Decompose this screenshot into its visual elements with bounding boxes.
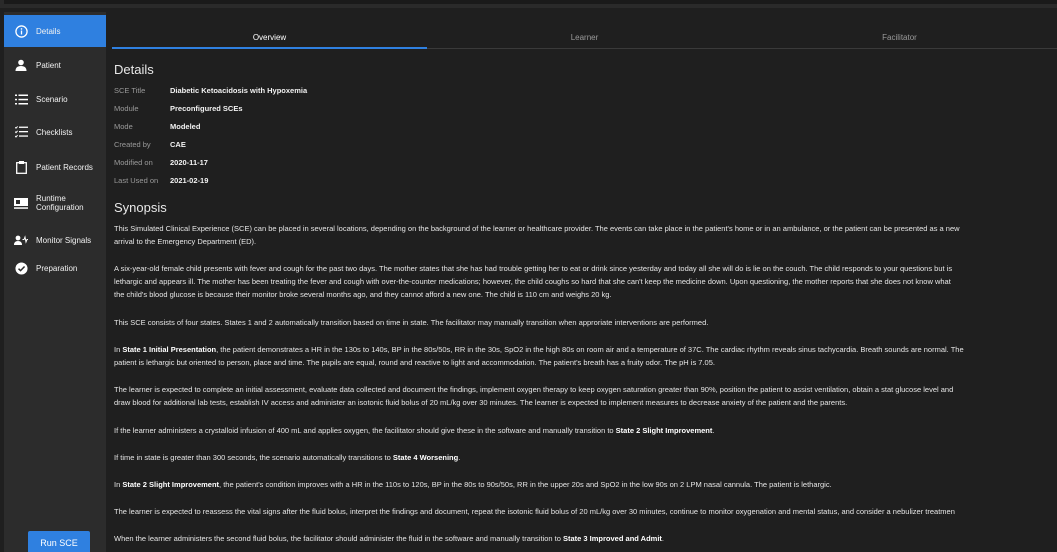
sidebar-item-checklists[interactable]: Checklists xyxy=(4,116,106,148)
detail-value: 2020-11-17 xyxy=(170,157,208,167)
detail-value: CAE xyxy=(170,139,186,149)
detail-row-modified-on: Modified on 2020-11-17 xyxy=(114,155,208,169)
tab-overview[interactable]: Overview xyxy=(112,27,427,49)
synopsis-paragraph: In State 2 Slight Improvement, the patie… xyxy=(114,478,1057,491)
detail-label: Module xyxy=(114,103,139,113)
synopsis-paragraph: In State 1 Initial Presentation, the pat… xyxy=(114,343,1057,369)
run-sce-button[interactable]: Run SCE xyxy=(28,531,90,552)
runtime-config-icon xyxy=(14,196,28,210)
monitor-signals-icon xyxy=(14,233,28,247)
synopsis-heading: Synopsis xyxy=(114,200,167,215)
synopsis-line: In State 1 Initial Presentation, the pat… xyxy=(114,343,1057,356)
text-segment: . xyxy=(661,534,664,543)
check-circle-icon xyxy=(14,261,28,275)
tab-learner[interactable]: Learner xyxy=(427,27,742,48)
synopsis-paragraph: This Simulated Clinical Experience (SCE)… xyxy=(114,222,1057,248)
synopsis-line: patient is lethargic but oriented to per… xyxy=(114,358,715,367)
sidebar-item-label: Patient xyxy=(36,60,61,70)
main-content: Overview Learner Facilitator Details SCE… xyxy=(106,12,1057,552)
text-segment: , the patient demonstrates a HR in the 1… xyxy=(216,345,964,354)
detail-label: Created by xyxy=(114,139,151,149)
sidebar-item-label: Preparation xyxy=(36,263,78,273)
synopsis-paragraph: If time in state is greater than 300 sec… xyxy=(114,451,1057,464)
info-icon xyxy=(14,24,28,38)
text-segment: When the learner administers the second … xyxy=(114,534,563,543)
detail-row-sce-title: SCE Title Diabetic Ketoacidosis with Hyp… xyxy=(114,83,307,97)
detail-value: 2021-02-19 xyxy=(170,175,209,185)
synopsis-paragraph: A six-year-old female child presents wit… xyxy=(114,262,1057,301)
sidebar-item-label-line2: Configuration xyxy=(36,203,84,212)
synopsis-paragraph: The learner is expected to complete an i… xyxy=(114,383,1057,409)
tab-facilitator[interactable]: Facilitator xyxy=(742,27,1057,48)
detail-label: SCE Title xyxy=(114,85,146,95)
synopsis-line: A six-year-old female child presents wit… xyxy=(114,264,953,273)
detail-value: Modeled xyxy=(170,121,201,131)
clipboard-icon xyxy=(14,160,28,174)
synopsis-paragraph: This SCE consists of four states. States… xyxy=(114,318,709,327)
state-name: State 1 Initial Presentation xyxy=(122,345,217,354)
sidebar-item-label: Runtime xyxy=(36,194,66,203)
sidebar-item-label: Scenario xyxy=(36,94,68,104)
sidebar-item-label: Checklists xyxy=(36,127,73,137)
text-segment: If time in state is greater than 300 sec… xyxy=(114,453,393,462)
runtime-config-label-group: Runtime Configuration xyxy=(36,194,84,212)
synopsis-paragraph: When the learner administers the second … xyxy=(114,532,1057,545)
tab-bar: Overview Learner Facilitator xyxy=(112,27,1057,49)
window-top-strip xyxy=(0,0,1057,8)
synopsis-line: draw blood for additional lab tests, est… xyxy=(114,398,848,407)
sidebar-item-details[interactable]: Details xyxy=(4,15,106,47)
synopsis-line: lethargic and appears ill. The mother ha… xyxy=(114,277,951,286)
sidebar: Details Patient Scenario Checklists Pati… xyxy=(4,12,106,552)
sidebar-item-scenario[interactable]: Scenario xyxy=(4,83,106,115)
detail-label: Modified on xyxy=(114,157,153,167)
detail-label: Mode xyxy=(114,121,133,131)
detail-value: Diabetic Ketoacidosis with Hypoxemia xyxy=(170,85,308,95)
detail-row-created-by: Created by CAE xyxy=(114,137,186,151)
sidebar-item-runtime-configuration[interactable]: Runtime Configuration xyxy=(4,185,106,221)
state-name: State 4 Worsening xyxy=(392,453,459,462)
checklist-icon xyxy=(14,125,28,139)
detail-row-mode: Mode Modeled xyxy=(114,119,200,133)
synopsis-paragraph: If the learner administers a crystalloid… xyxy=(114,424,1057,437)
detail-value: Preconfigured SCEs xyxy=(170,103,243,113)
state-name: State 3 Improved and Admit xyxy=(563,534,662,543)
state-name: State 2 Slight Improvement xyxy=(122,480,220,489)
synopsis-line: The learner is expected to complete an i… xyxy=(114,385,954,394)
detail-row-last-used-on: Last Used on 2021-02-19 xyxy=(114,173,208,187)
text-segment: , the patient's condition improves with … xyxy=(219,480,832,489)
state-name: State 2 Slight Improvement xyxy=(615,426,713,435)
sidebar-item-label: Monitor Signals xyxy=(36,235,92,245)
sidebar-item-label: Patient Records xyxy=(36,162,93,172)
text-segment: If the learner administers a crystalloid… xyxy=(114,426,616,435)
sidebar-item-patient-records[interactable]: Patient Records xyxy=(4,151,106,183)
synopsis-line: the child's blood glucose is because the… xyxy=(114,290,612,299)
sidebar-item-label: Details xyxy=(36,26,61,36)
synopsis-paragraph: The learner is expected to reassess the … xyxy=(114,507,955,516)
details-heading: Details xyxy=(114,62,154,77)
synopsis-line: This Simulated Clinical Experience (SCE)… xyxy=(114,224,960,233)
sidebar-item-preparation[interactable]: Preparation xyxy=(4,252,106,284)
text-segment: . xyxy=(712,426,715,435)
detail-row-module: Module Preconfigured SCEs xyxy=(114,101,243,115)
synopsis-line: arrival to the Emergency Department (ED)… xyxy=(114,237,257,246)
sidebar-item-patient[interactable]: Patient xyxy=(4,49,106,81)
person-icon xyxy=(14,58,28,72)
text-segment: . xyxy=(458,453,461,462)
detail-label: Last Used on xyxy=(114,175,159,185)
list-icon xyxy=(14,92,28,106)
